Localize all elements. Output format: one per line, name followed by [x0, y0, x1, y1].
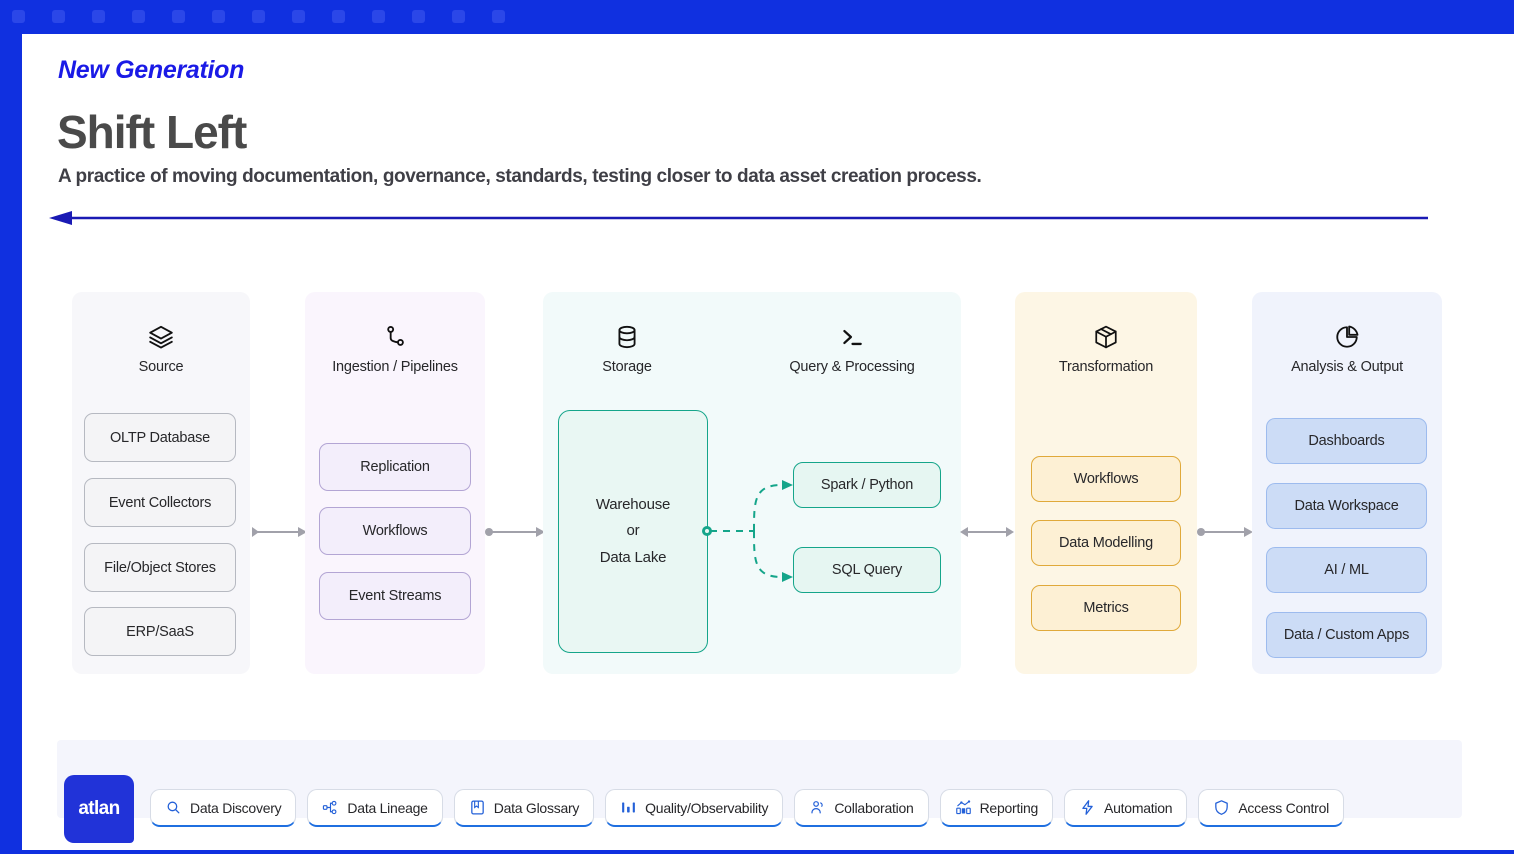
tool-chip-reporting[interactable]: Reporting — [939, 789, 1054, 827]
tool-chip-data-glossary[interactable]: Data Glossary — [453, 789, 595, 827]
chip-file-object-stores[interactable]: File/Object Stores — [84, 543, 236, 592]
top-bar-dot — [12, 10, 25, 23]
bolt-icon — [1082, 800, 1093, 815]
chip-ai-ml[interactable]: AI / ML — [1266, 547, 1427, 593]
cube-icon — [1095, 325, 1117, 349]
left-rail — [0, 0, 22, 854]
tool-chip-data-discovery[interactable]: Data Discovery — [150, 789, 297, 827]
top-bar-dot — [492, 10, 505, 23]
chip-data-workspace[interactable]: Data Workspace — [1266, 483, 1427, 529]
chip-workflows-ing[interactable]: Workflows — [319, 507, 471, 555]
stage-query-header: Query & Processing — [743, 324, 961, 376]
report-icon — [955, 800, 971, 815]
top-bar-dot — [92, 10, 105, 23]
chip-sql-query[interactable]: SQL Query — [793, 547, 941, 593]
chip-erp-saas[interactable]: ERP/SaaS — [84, 607, 236, 656]
lineage-icon — [323, 800, 337, 815]
tool-chip-automation[interactable]: Automation — [1064, 789, 1188, 827]
chip-metrics[interactable]: Metrics — [1031, 585, 1181, 631]
eyebrow-label: New Generation — [58, 56, 245, 84]
tool-chip-label: Automation — [1104, 799, 1173, 816]
stage-ingestion-header: Ingestion / Pipelines — [305, 324, 485, 376]
layers-icon — [149, 325, 173, 349]
chip-event-collectors[interactable]: Event Collectors — [84, 478, 236, 527]
tool-chip-label: Collaboration — [834, 799, 914, 816]
warehouse-line-2: or — [626, 522, 640, 540]
shield-icon — [1215, 800, 1229, 815]
database-icon — [618, 325, 636, 349]
chip-spark-python[interactable]: Spark / Python — [793, 462, 941, 508]
connector-source-to-ingestion — [252, 527, 307, 537]
tool-chip-label: Quality/Observability — [645, 799, 769, 816]
connector-warehouse-branch — [702, 480, 793, 582]
warehouse-line-1: Warehouse — [595, 496, 671, 514]
book-icon — [470, 800, 484, 815]
stage-transformation-header: Transformation — [1015, 324, 1197, 376]
warehouse-line-3: Data Lake — [599, 548, 667, 566]
search-icon — [167, 801, 180, 814]
terminal-icon — [843, 329, 862, 346]
tool-chip-quality-observability[interactable]: Quality/Observability — [605, 789, 784, 827]
git-branch-icon — [387, 326, 404, 346]
stage-source-header: Source — [72, 324, 250, 376]
chip-replication[interactable]: Replication — [319, 443, 471, 491]
pie-chart-icon — [1336, 325, 1359, 348]
tool-chip-label: Data Discovery — [190, 799, 282, 816]
slide-root: New Generation Shift Left A practice of … — [0, 0, 1514, 854]
chip-event-streams[interactable]: Event Streams — [319, 572, 471, 620]
stage-analysis-header: Analysis & Output — [1252, 324, 1442, 376]
chip-data-modelling[interactable]: Data Modelling — [1031, 520, 1181, 566]
stage-storage-header: Storage — [543, 324, 711, 376]
page-title: Shift Left — [57, 106, 247, 158]
page-subtitle: A practice of moving documentation, gove… — [58, 166, 982, 187]
stage-transformation-label: Transformation — [1058, 359, 1154, 375]
tool-chip-label: Data Glossary — [493, 799, 580, 816]
top-bar-dots — [0, 0, 1514, 34]
top-bar-dot — [292, 10, 305, 23]
top-bar-dot — [132, 10, 145, 23]
connector-transformation-to-analysis — [1197, 527, 1253, 537]
top-bar-dot — [452, 10, 465, 23]
connector-query-to-transformation — [960, 527, 1014, 537]
tool-chip-access-control[interactable]: Access Control — [1198, 789, 1344, 827]
bar-chart-icon — [622, 802, 636, 813]
tool-chip-collaboration[interactable]: Collaboration — [794, 789, 929, 827]
tool-chip-data-lineage[interactable]: Data Lineage — [307, 789, 443, 827]
top-bar-dot — [52, 10, 65, 23]
top-bar-dot — [172, 10, 185, 23]
shift-left-arrow — [49, 211, 1428, 225]
top-bar-dot — [372, 10, 385, 23]
top-bar-dot — [332, 10, 345, 23]
chip-workflows-tr[interactable]: Workflows — [1031, 456, 1181, 502]
users-icon — [811, 801, 824, 814]
top-bar-dot — [212, 10, 225, 23]
atlan-logo[interactable]: atlan — [64, 775, 134, 843]
top-bar-dot — [252, 10, 265, 23]
stage-query-label: Query & Processing — [789, 359, 915, 375]
chip-data-custom-apps[interactable]: Data / Custom Apps — [1266, 612, 1427, 658]
chip-oltp-database[interactable]: OLTP Database — [84, 413, 236, 462]
stage-analysis-label: Analysis & Output — [1291, 359, 1403, 375]
capability-toolbar: Data Discovery Data Lineage Data Glossary Q… — [150, 789, 1344, 827]
top-bar — [0, 0, 1514, 34]
stage-storage-label: Storage — [602, 359, 652, 375]
stage-source-label: Source — [138, 359, 184, 375]
top-bar-dot — [412, 10, 425, 23]
tool-chip-label: Access Control — [1238, 799, 1329, 816]
chip-dashboards[interactable]: Dashboards — [1266, 418, 1427, 464]
stage-ingestion-label: Ingestion / Pipelines — [332, 359, 458, 375]
warehouse-box[interactable]: Warehouse or Data Lake — [558, 410, 708, 653]
tool-chip-label: Data Lineage — [347, 799, 428, 816]
tool-chip-label: Reporting — [979, 799, 1039, 816]
connector-ingestion-to-storage — [485, 527, 545, 537]
